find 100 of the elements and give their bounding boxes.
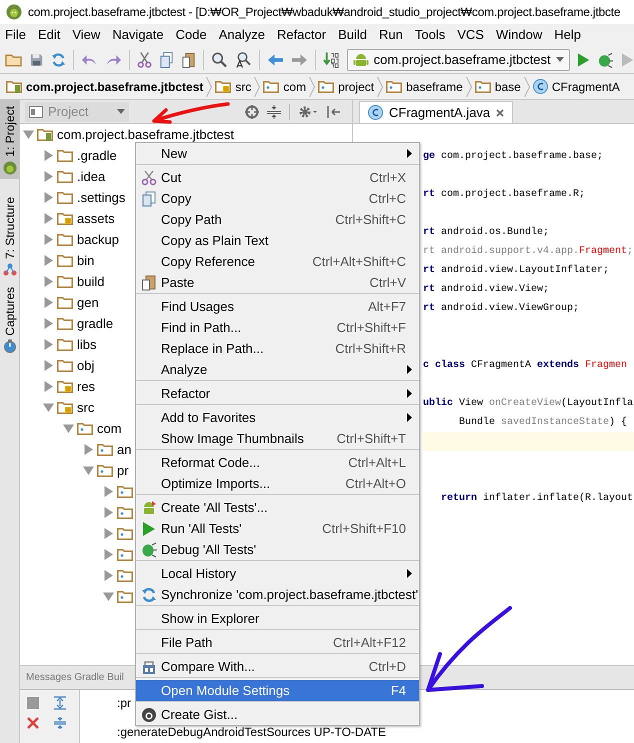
tree-item[interactable]: src [77, 398, 94, 418]
menu-item[interactable]: Cut Ctrl+X [136, 167, 419, 188]
menu-item[interactable]: Code [176, 25, 207, 45]
editor-tab[interactable]: CFragmentA.java [359, 101, 514, 123]
menu-item[interactable]: Synchronize 'com.project.baseframe.jtbctest' [136, 584, 419, 605]
tree-item[interactable]: an [117, 440, 132, 460]
scissors-icon[interactable] [136, 50, 152, 68]
tool-window-tab[interactable]: 7: Structure [0, 190, 19, 281]
menu-item[interactable]: Copy Ctrl+C [136, 188, 419, 209]
tree-item[interactable]: com.project.baseframe.jtbctest [57, 124, 234, 144]
menu-item[interactable]: Optimize Imports... Ctrl+Alt+O [136, 473, 419, 494]
menu-item[interactable]: Paste Ctrl+V [136, 272, 419, 293]
collapsed-arrow-icon[interactable] [43, 297, 54, 308]
menu-item[interactable]: Create 'All Tests'... [136, 497, 419, 518]
menu-item[interactable]: Refactor [136, 383, 419, 404]
menu-item[interactable]: Copy Path Ctrl+Shift+C [136, 209, 419, 230]
menu-item[interactable]: Local History [136, 563, 419, 584]
tree-item[interactable]: obj [77, 356, 94, 376]
expand-all-icon[interactable] [52, 696, 66, 710]
sync-icon[interactable] [51, 52, 66, 68]
tree-item[interactable]: gen [77, 292, 99, 312]
menu-item[interactable]: Help [554, 25, 581, 45]
tree-item[interactable]: backup [77, 230, 119, 250]
tool-window-tab[interactable]: 1: Project [0, 100, 19, 179]
clipboard-icon[interactable] [180, 50, 196, 68]
breadcrumb-item[interactable]: CFragmentA [552, 78, 620, 96]
tool-window-tab[interactable]: Captures [0, 280, 19, 358]
gear-icon[interactable] [298, 104, 318, 118]
collapsed-arrow-icon[interactable] [43, 150, 54, 161]
expanded-arrow-icon[interactable] [103, 591, 114, 602]
tree-item[interactable]: build [77, 272, 104, 292]
collapsed-arrow-icon[interactable] [103, 570, 114, 581]
collapsed-arrow-icon[interactable] [103, 528, 114, 539]
breadcrumb-item[interactable]: baseframe [406, 78, 463, 96]
collapsed-arrow-icon[interactable] [43, 171, 54, 182]
forward-arrow-icon[interactable] [290, 52, 308, 68]
tree-item[interactable]: .gradle [77, 146, 117, 166]
expanded-arrow-icon[interactable] [43, 402, 54, 413]
tree-item[interactable]: bin [77, 250, 94, 270]
collapsed-arrow-icon[interactable] [43, 255, 54, 266]
breadcrumb-item[interactable]: com [283, 78, 306, 96]
breadcrumb-item[interactable]: src [235, 78, 252, 96]
collapsed-arrow-icon[interactable] [43, 360, 54, 371]
menu-item[interactable]: VCS [457, 25, 484, 45]
menu-item[interactable]: Window [496, 25, 542, 45]
binary-download-icon[interactable] [322, 50, 340, 68]
menu-item[interactable]: Edit [38, 25, 60, 45]
menu-item[interactable]: Copy Reference Ctrl+Alt+Shift+C [136, 251, 419, 272]
expanded-arrow-icon[interactable] [63, 423, 74, 434]
menu-item[interactable]: Build [338, 25, 368, 45]
menu-item[interactable]: Create Gist... [136, 704, 419, 725]
collapsed-arrow-icon[interactable] [43, 234, 54, 245]
tree-item[interactable]: pr [117, 460, 129, 480]
menu-item[interactable]: Compare With... Ctrl+D [136, 656, 419, 677]
tree-item[interactable]: libs [77, 334, 97, 354]
tree-item[interactable]: com [97, 418, 122, 438]
collapse-all-icon[interactable] [267, 104, 281, 118]
play-icon[interactable] [576, 52, 590, 68]
crosshair-icon[interactable] [245, 104, 259, 118]
menu-item[interactable]: Add to Favorites [136, 407, 419, 428]
menu-item[interactable]: Show in Explorer [136, 608, 419, 629]
stop-icon[interactable] [26, 696, 40, 710]
magnifier-icon[interactable] [210, 50, 228, 68]
collapsed-arrow-icon[interactable] [83, 444, 94, 455]
tool-window-tabs-label[interactable]: Messages Gradle Buil [26, 670, 124, 685]
breadcrumb-item[interactable]: com.project.baseframe.jtbctest [26, 78, 204, 96]
close-icon[interactable] [26, 716, 40, 730]
run-configuration-dropdown[interactable]: com.project.baseframe.jtbctest [346, 48, 570, 70]
menu-item[interactable]: Replace in Path... Ctrl+Shift+R [136, 338, 419, 359]
menu-item[interactable]: Run 'All Tests' Ctrl+Shift+F10 [136, 518, 419, 539]
menu-item[interactable]: Show Image Thumbnails Ctrl+Shift+T [136, 428, 419, 449]
collapsed-arrow-icon[interactable] [103, 486, 114, 497]
collapsed-arrow-icon[interactable] [43, 318, 54, 329]
menu-item[interactable]: Refactor [276, 25, 326, 45]
bug-icon[interactable] [596, 52, 614, 68]
menu-item[interactable]: View [72, 25, 100, 45]
breadcrumb-item[interactable]: project [338, 78, 374, 96]
menu-item[interactable]: Find in Path... Ctrl+Shift+F [136, 317, 419, 338]
tree-item[interactable]: gradle [77, 314, 114, 334]
tree-item[interactable]: .settings [77, 188, 126, 208]
hide-panel-icon[interactable] [326, 104, 340, 118]
collapsed-arrow-icon[interactable] [43, 381, 54, 392]
menu-item[interactable]: Tools [414, 25, 446, 45]
collapsed-arrow-icon[interactable] [103, 507, 114, 518]
collapsed-arrow-icon[interactable] [43, 213, 54, 224]
collapse-all-icon[interactable] [52, 716, 66, 730]
menu-item[interactable]: Analyze [218, 25, 265, 45]
tree-item[interactable]: assets [77, 208, 115, 228]
menu-item[interactable]: Run [379, 25, 403, 45]
menu-item[interactable]: Open Module Settings F4 [136, 680, 419, 701]
magnifier-letter-icon[interactable] [234, 50, 252, 68]
menu-item[interactable]: File [5, 25, 26, 45]
folder-icon[interactable] [5, 52, 22, 68]
menu-item[interactable]: File Path Ctrl+Alt+F12 [136, 632, 419, 653]
tree-item[interactable]: .idea [77, 166, 106, 186]
menu-item[interactable]: Copy as Plain Text [136, 230, 419, 251]
collapsed-arrow-icon[interactable] [43, 339, 54, 350]
menu-item[interactable]: Reformat Code... Ctrl+Alt+L [136, 452, 419, 473]
breadcrumb-item[interactable]: base [494, 78, 521, 96]
copy-icon[interactable] [158, 50, 174, 68]
